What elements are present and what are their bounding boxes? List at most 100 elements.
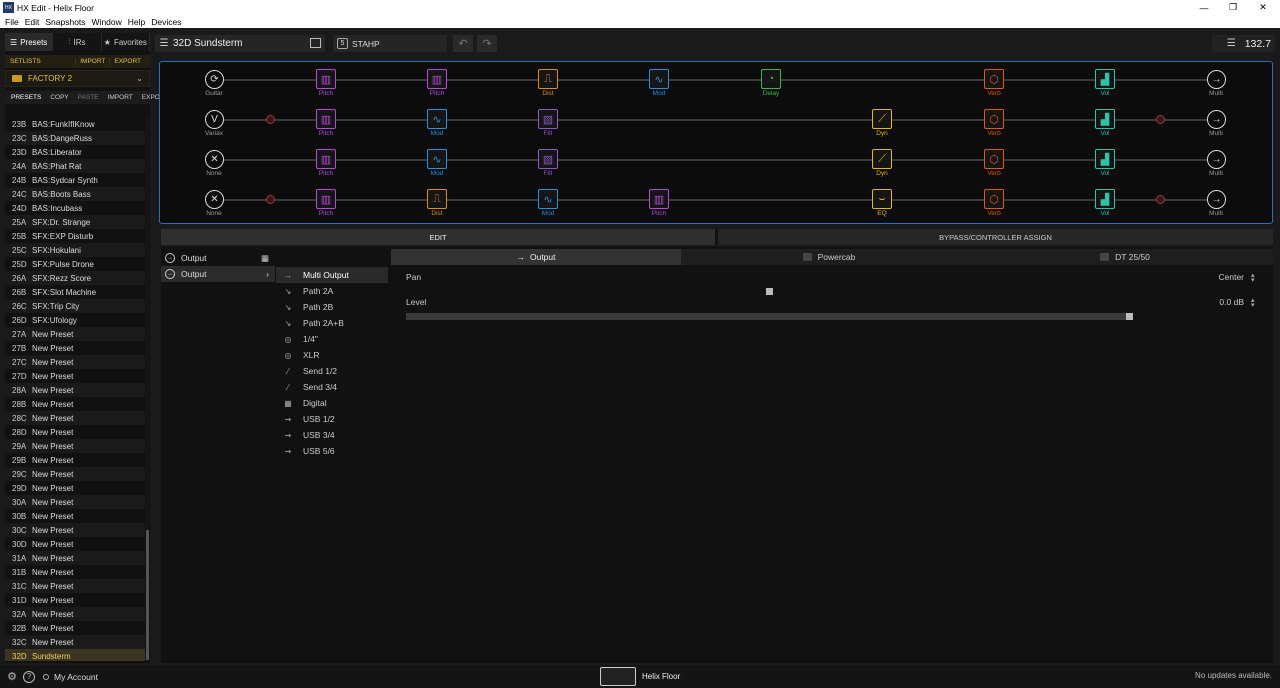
output-item[interactable]: ◎ 1/4" <box>276 331 388 347</box>
preset-row[interactable]: 30C New Preset <box>5 523 145 537</box>
grid-icon[interactable]: ▦ <box>261 253 269 264</box>
preset-row[interactable]: 31B New Preset <box>5 565 145 579</box>
setlist-import-button[interactable]: IMPORT <box>75 58 109 65</box>
block-output-header[interactable]: → Output ▦ <box>161 250 275 266</box>
preset-row[interactable]: 28B New Preset <box>5 397 145 411</box>
preset-row[interactable]: 25A SFX:Dr. Strange <box>5 215 145 229</box>
output-node[interactable]: → <box>1207 190 1226 209</box>
param-slider[interactable] <box>406 313 1133 320</box>
output-item[interactable]: ↘ Path 2A+B <box>276 315 388 331</box>
snapshot-select[interactable]: 5 STAHP <box>333 35 447 52</box>
preset-copy-button[interactable]: COPY <box>50 94 68 101</box>
output-item[interactable]: ↘ Path 2A <box>276 283 388 299</box>
setlist-export-button[interactable]: EXPORT <box>109 58 145 65</box>
tab-presets[interactable]: ☰ Presets <box>5 33 54 51</box>
maximize-button[interactable]: ❐ <box>1218 0 1248 15</box>
vol-block[interactable]: ▟ <box>1095 189 1115 209</box>
preset-row[interactable]: 23D BAS:Liberator <box>5 145 145 159</box>
menu-item-help[interactable]: Help <box>128 17 145 27</box>
preset-row[interactable]: 26B SFX:Slot Machine <box>5 285 145 299</box>
preset-row[interactable]: 27B New Preset <box>5 341 145 355</box>
dyn-block[interactable]: ⟋ <box>872 149 892 169</box>
input-node[interactable]: ⟳ <box>205 70 224 89</box>
preset-row[interactable]: 31D New Preset <box>5 593 145 607</box>
spinner-icon[interactable]: ▴ ▾ <box>1251 272 1255 284</box>
undo-button[interactable]: ↶ <box>453 35 473 52</box>
menu-item-edit[interactable]: Edit <box>25 17 40 27</box>
close-button[interactable]: ✕ <box>1248 0 1278 15</box>
split-node[interactable] <box>266 115 275 124</box>
preset-row[interactable]: 27A New Preset <box>5 327 145 341</box>
preset-row[interactable]: 29C New Preset <box>5 467 145 481</box>
preset-menu-icon[interactable]: ☰ <box>155 38 173 49</box>
preset-row[interactable]: 30B New Preset <box>5 509 145 523</box>
vol-block[interactable]: ▟ <box>1095 109 1115 129</box>
output-item[interactable]: ▦ Digital <box>276 395 388 411</box>
pitch-block[interactable]: ▥ <box>316 189 336 209</box>
output-item[interactable]: ⁄ Send 1/2 <box>276 363 388 379</box>
preset-row[interactable]: 25B SFX:EXP Disturb <box>5 229 145 243</box>
output-node[interactable]: → <box>1207 70 1226 89</box>
preset-row[interactable]: 25C SFX:Hokulani <box>5 243 145 257</box>
menu-item-devices[interactable]: Devices <box>151 17 181 27</box>
mod-block[interactable]: ∿ <box>538 189 558 209</box>
output-item[interactable]: ⁄ Send 3/4 <box>276 379 388 395</box>
verb-block[interactable]: ⬡ <box>984 149 1004 169</box>
split-node[interactable] <box>266 195 275 204</box>
output-item[interactable]: ⇝ USB 1/2 <box>276 411 388 427</box>
gear-icon[interactable]: ⚙ <box>6 671 18 683</box>
preset-row[interactable]: 32B New Preset <box>5 621 145 635</box>
pitch-block[interactable]: ▥ <box>316 149 336 169</box>
setlist-select[interactable]: FACTORY 2 ⌄ <box>5 70 150 87</box>
param-value[interactable]: Center <box>1184 272 1244 282</box>
vol-block[interactable]: ▟ <box>1095 149 1115 169</box>
preset-paste-button[interactable]: PASTE <box>78 94 99 101</box>
pitch-block[interactable]: ▥ <box>649 189 669 209</box>
output-item[interactable]: ⇝ USB 5/6 <box>276 443 388 459</box>
filter-block[interactable]: ▧ <box>538 149 558 169</box>
verb-block[interactable]: ⬡ <box>984 109 1004 129</box>
preset-row[interactable]: 29B New Preset <box>5 453 145 467</box>
preset-row[interactable]: 28D New Preset <box>5 425 145 439</box>
dist-block[interactable]: ⎍ <box>538 69 558 89</box>
preset-row[interactable]: 30A New Preset <box>5 495 145 509</box>
spinner-icon[interactable]: ▴ ▾ <box>1251 297 1255 309</box>
slider-handle[interactable] <box>766 288 773 295</box>
tab-favorites[interactable]: ★ Favorites <box>102 33 150 51</box>
slider-handle[interactable] <box>1126 313 1133 320</box>
preset-row[interactable]: 26C SFX:Trip City <box>5 299 145 313</box>
tab-dt2550[interactable]: DT 25/50 <box>977 249 1273 265</box>
pitch-block[interactable]: ▥ <box>316 109 336 129</box>
vol-block[interactable]: ▟ <box>1095 69 1115 89</box>
input-node[interactable]: V <box>205 110 224 129</box>
output-item[interactable]: ◎ XLR <box>276 347 388 363</box>
dist-block[interactable]: ⎍ <box>427 189 447 209</box>
preset-row[interactable]: 32C New Preset <box>5 635 145 649</box>
mod-block[interactable]: ∿ <box>427 109 447 129</box>
dyn-block[interactable]: ⟋ <box>872 109 892 129</box>
delay-block[interactable]: ◔ <box>761 69 781 89</box>
output-item[interactable]: ↘ Path 2B <box>276 299 388 315</box>
menu-item-file[interactable]: File <box>5 17 19 27</box>
redo-button[interactable]: ↷ <box>477 35 497 52</box>
tab-edit[interactable]: EDIT <box>161 229 715 245</box>
preset-row[interactable]: 27D New Preset <box>5 369 145 383</box>
checkbox-icon[interactable] <box>802 253 812 261</box>
preset-row[interactable]: 27C New Preset <box>5 355 145 369</box>
merge-node[interactable] <box>1156 115 1165 124</box>
output-item[interactable]: → Multi Output <box>276 267 388 283</box>
preset-row[interactable]: 23C BAS:DangeRuss <box>5 131 145 145</box>
mod-block[interactable]: ∿ <box>427 149 447 169</box>
preset-row[interactable]: 30D New Preset <box>5 537 145 551</box>
tab-bypass-controller[interactable]: BYPASS/CONTROLLER ASSIGN <box>718 229 1273 245</box>
block-output-row[interactable]: → Output › <box>161 266 275 282</box>
eq-block[interactable]: ⌣ <box>872 189 892 209</box>
output-item[interactable]: ⇝ USB 3/4 <box>276 427 388 443</box>
preset-row[interactable]: 28C New Preset <box>5 411 145 425</box>
preset-row[interactable]: 25D SFX:Pulse Drone <box>5 257 145 271</box>
save-icon[interactable] <box>310 38 321 48</box>
verb-block[interactable]: ⬡ <box>984 189 1004 209</box>
preset-row[interactable]: 24A BAS:Phat Rat <box>5 159 145 173</box>
help-icon[interactable]: ? <box>23 670 35 683</box>
my-account-link[interactable]: My Account <box>54 672 98 682</box>
